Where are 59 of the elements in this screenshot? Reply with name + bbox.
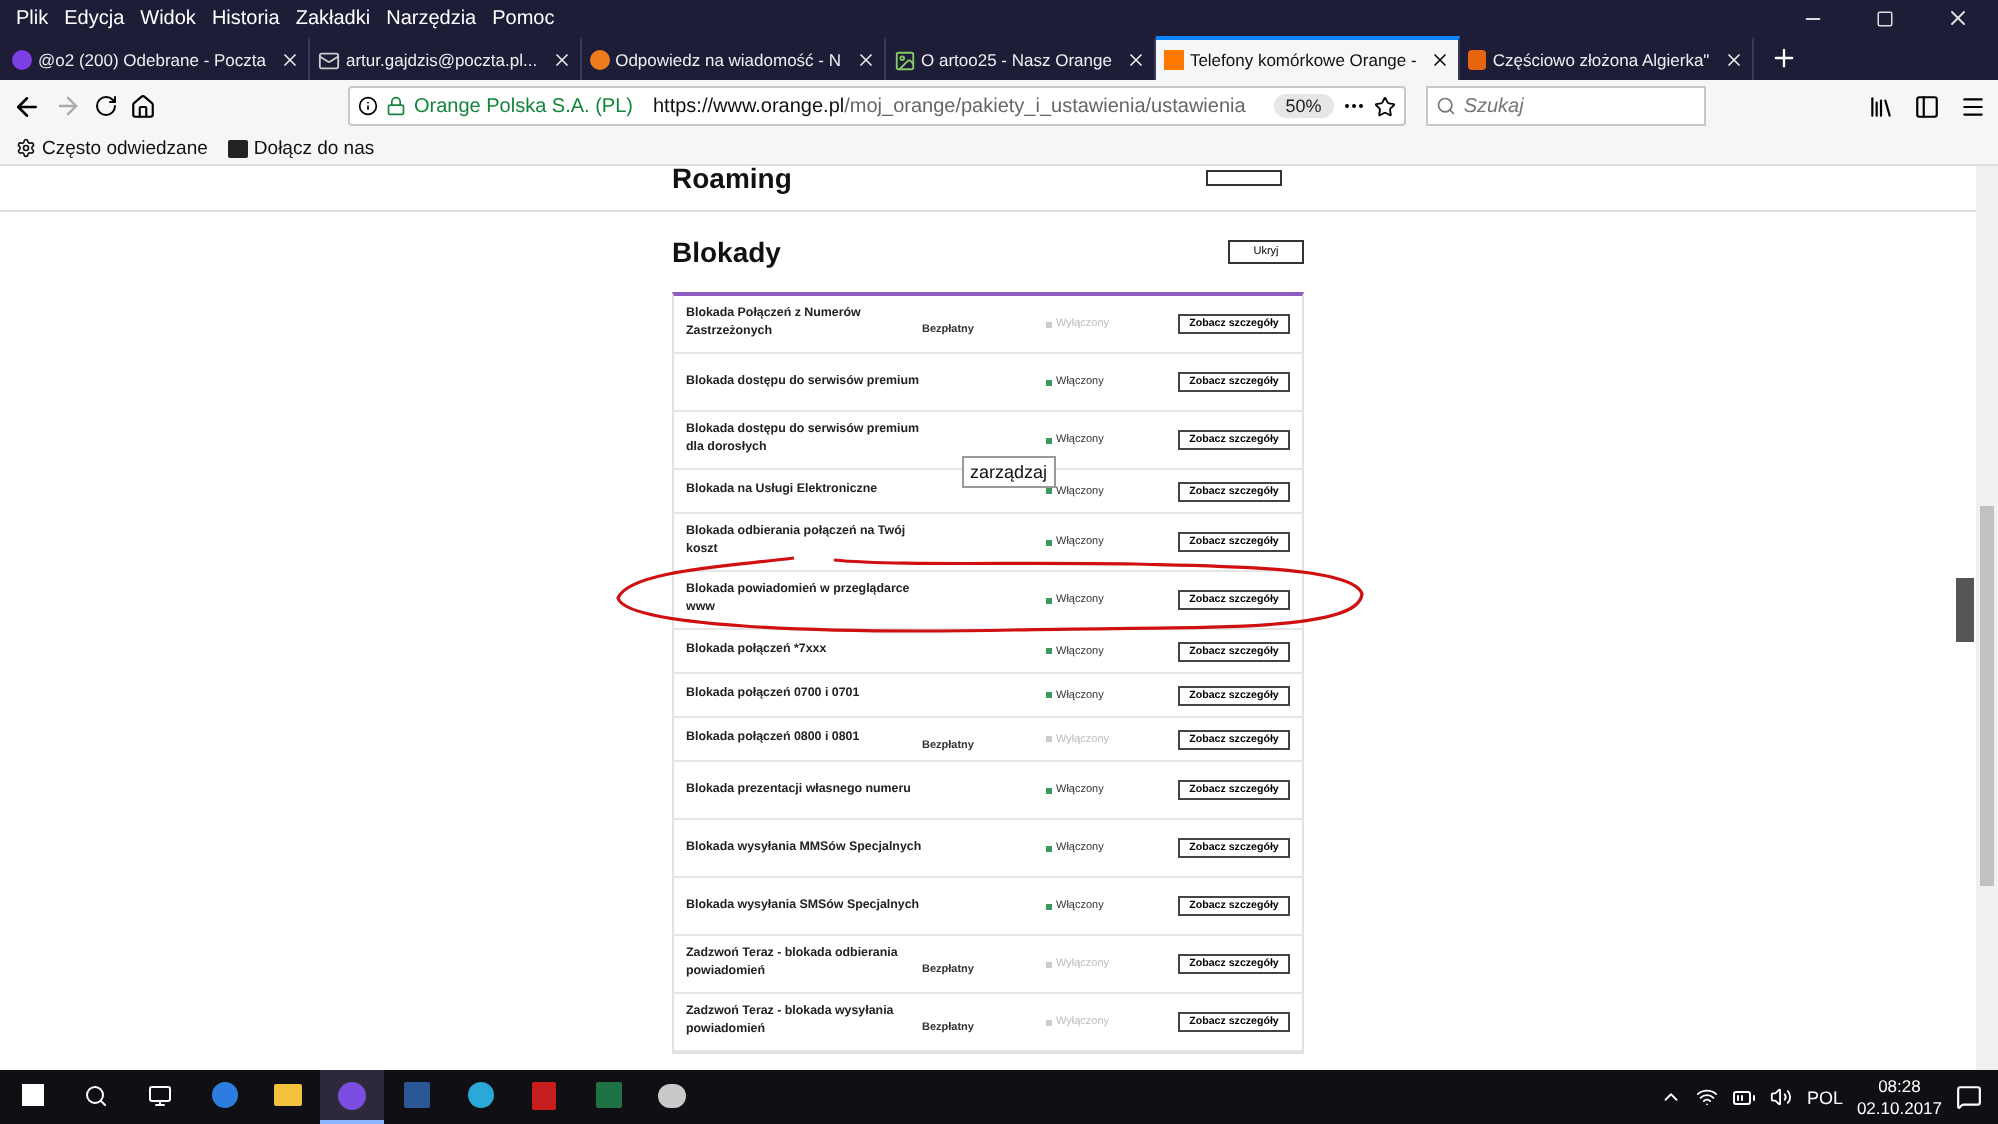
section-heading: Roaming — [672, 166, 792, 194]
wifi-icon[interactable] — [1696, 1086, 1719, 1108]
menu-item[interactable]: Edycja — [56, 7, 133, 29]
clock-time: 08:28 — [1878, 1076, 1921, 1097]
star-icon[interactable] — [1373, 95, 1396, 117]
task-view-icon[interactable] — [148, 1083, 172, 1107]
speaker-icon[interactable] — [1770, 1086, 1793, 1108]
tab-favicon-icon — [12, 50, 32, 70]
menu-item[interactable]: Widok — [132, 7, 204, 29]
scrollbar[interactable] — [1976, 166, 1998, 1070]
new-tab-icon[interactable] — [1769, 44, 1798, 72]
bookmark-icon — [227, 139, 248, 157]
menu-item[interactable]: Narzędzia — [378, 7, 485, 29]
close-icon[interactable] — [1125, 50, 1146, 70]
menu-item[interactable]: Historia — [203, 7, 288, 29]
maximize-icon[interactable] — [1876, 9, 1894, 27]
close-icon[interactable] — [1946, 6, 1970, 30]
bookmark[interactable]: Dołącz do nas — [227, 137, 375, 159]
menu-item[interactable]: Pomoc — [484, 7, 563, 29]
tooltip: zarządzaj — [962, 456, 1056, 488]
start-icon[interactable] — [21, 1084, 43, 1106]
search-icon — [1435, 96, 1456, 116]
search-field[interactable]: Szukaj — [1425, 86, 1706, 126]
sidebar-icon[interactable] — [1914, 93, 1940, 119]
close-icon[interactable] — [855, 50, 875, 70]
address-bar[interactable]: Orange Polska S.A. (PL) https://www.orange.pl/moj_orange/pakiety_i_ustawienia/ustawienia 50% — [348, 86, 1406, 126]
envelope-icon — [318, 49, 340, 71]
back-icon[interactable] — [12, 91, 42, 121]
picture-icon — [893, 49, 915, 71]
close-icon[interactable] — [1723, 50, 1744, 70]
search-icon[interactable] — [84, 1083, 108, 1107]
browser-tab[interactable]: Telefony komórkowe Orange - — [1155, 36, 1461, 80]
tab-favicon-icon — [589, 50, 610, 70]
tab-favicon-icon — [1468, 50, 1487, 70]
zoom-indicator[interactable]: 50% — [1273, 94, 1334, 118]
info-icon[interactable] — [358, 96, 378, 116]
tab-favicon-icon — [1163, 50, 1184, 70]
notification-icon[interactable] — [1956, 1084, 1982, 1110]
language-indicator[interactable]: POL — [1806, 1087, 1843, 1107]
bookmark[interactable]: Często odwiedzane — [16, 137, 208, 159]
home-icon[interactable] — [130, 93, 156, 119]
url-text: https://www.orange.pl/moj_orange/pakiety_i_ustawienia/ustawienia — [653, 95, 1246, 117]
menu-icon[interactable] — [1960, 93, 1986, 119]
close-icon[interactable] — [551, 50, 572, 70]
toggle-button[interactable] — [1206, 170, 1282, 186]
clock-date: 02.10.2017 — [1856, 1097, 1942, 1118]
close-icon[interactable] — [280, 50, 300, 70]
menu-item[interactable]: Zakładki — [287, 7, 379, 29]
gear-icon — [16, 138, 36, 158]
taskbar-app[interactable] — [320, 1070, 384, 1124]
close-icon[interactable] — [1430, 50, 1451, 70]
section-heading: Blokady — [672, 236, 781, 268]
menu-item[interactable]: Plik — [8, 7, 57, 29]
battery-icon[interactable] — [1732, 1085, 1757, 1109]
library-icon[interactable] — [1868, 93, 1894, 119]
lock-icon — [386, 96, 406, 116]
site-identity: Orange Polska S.A. (PL) — [414, 95, 633, 117]
folder-icon — [274, 1084, 302, 1106]
reload-icon[interactable] — [94, 94, 118, 118]
